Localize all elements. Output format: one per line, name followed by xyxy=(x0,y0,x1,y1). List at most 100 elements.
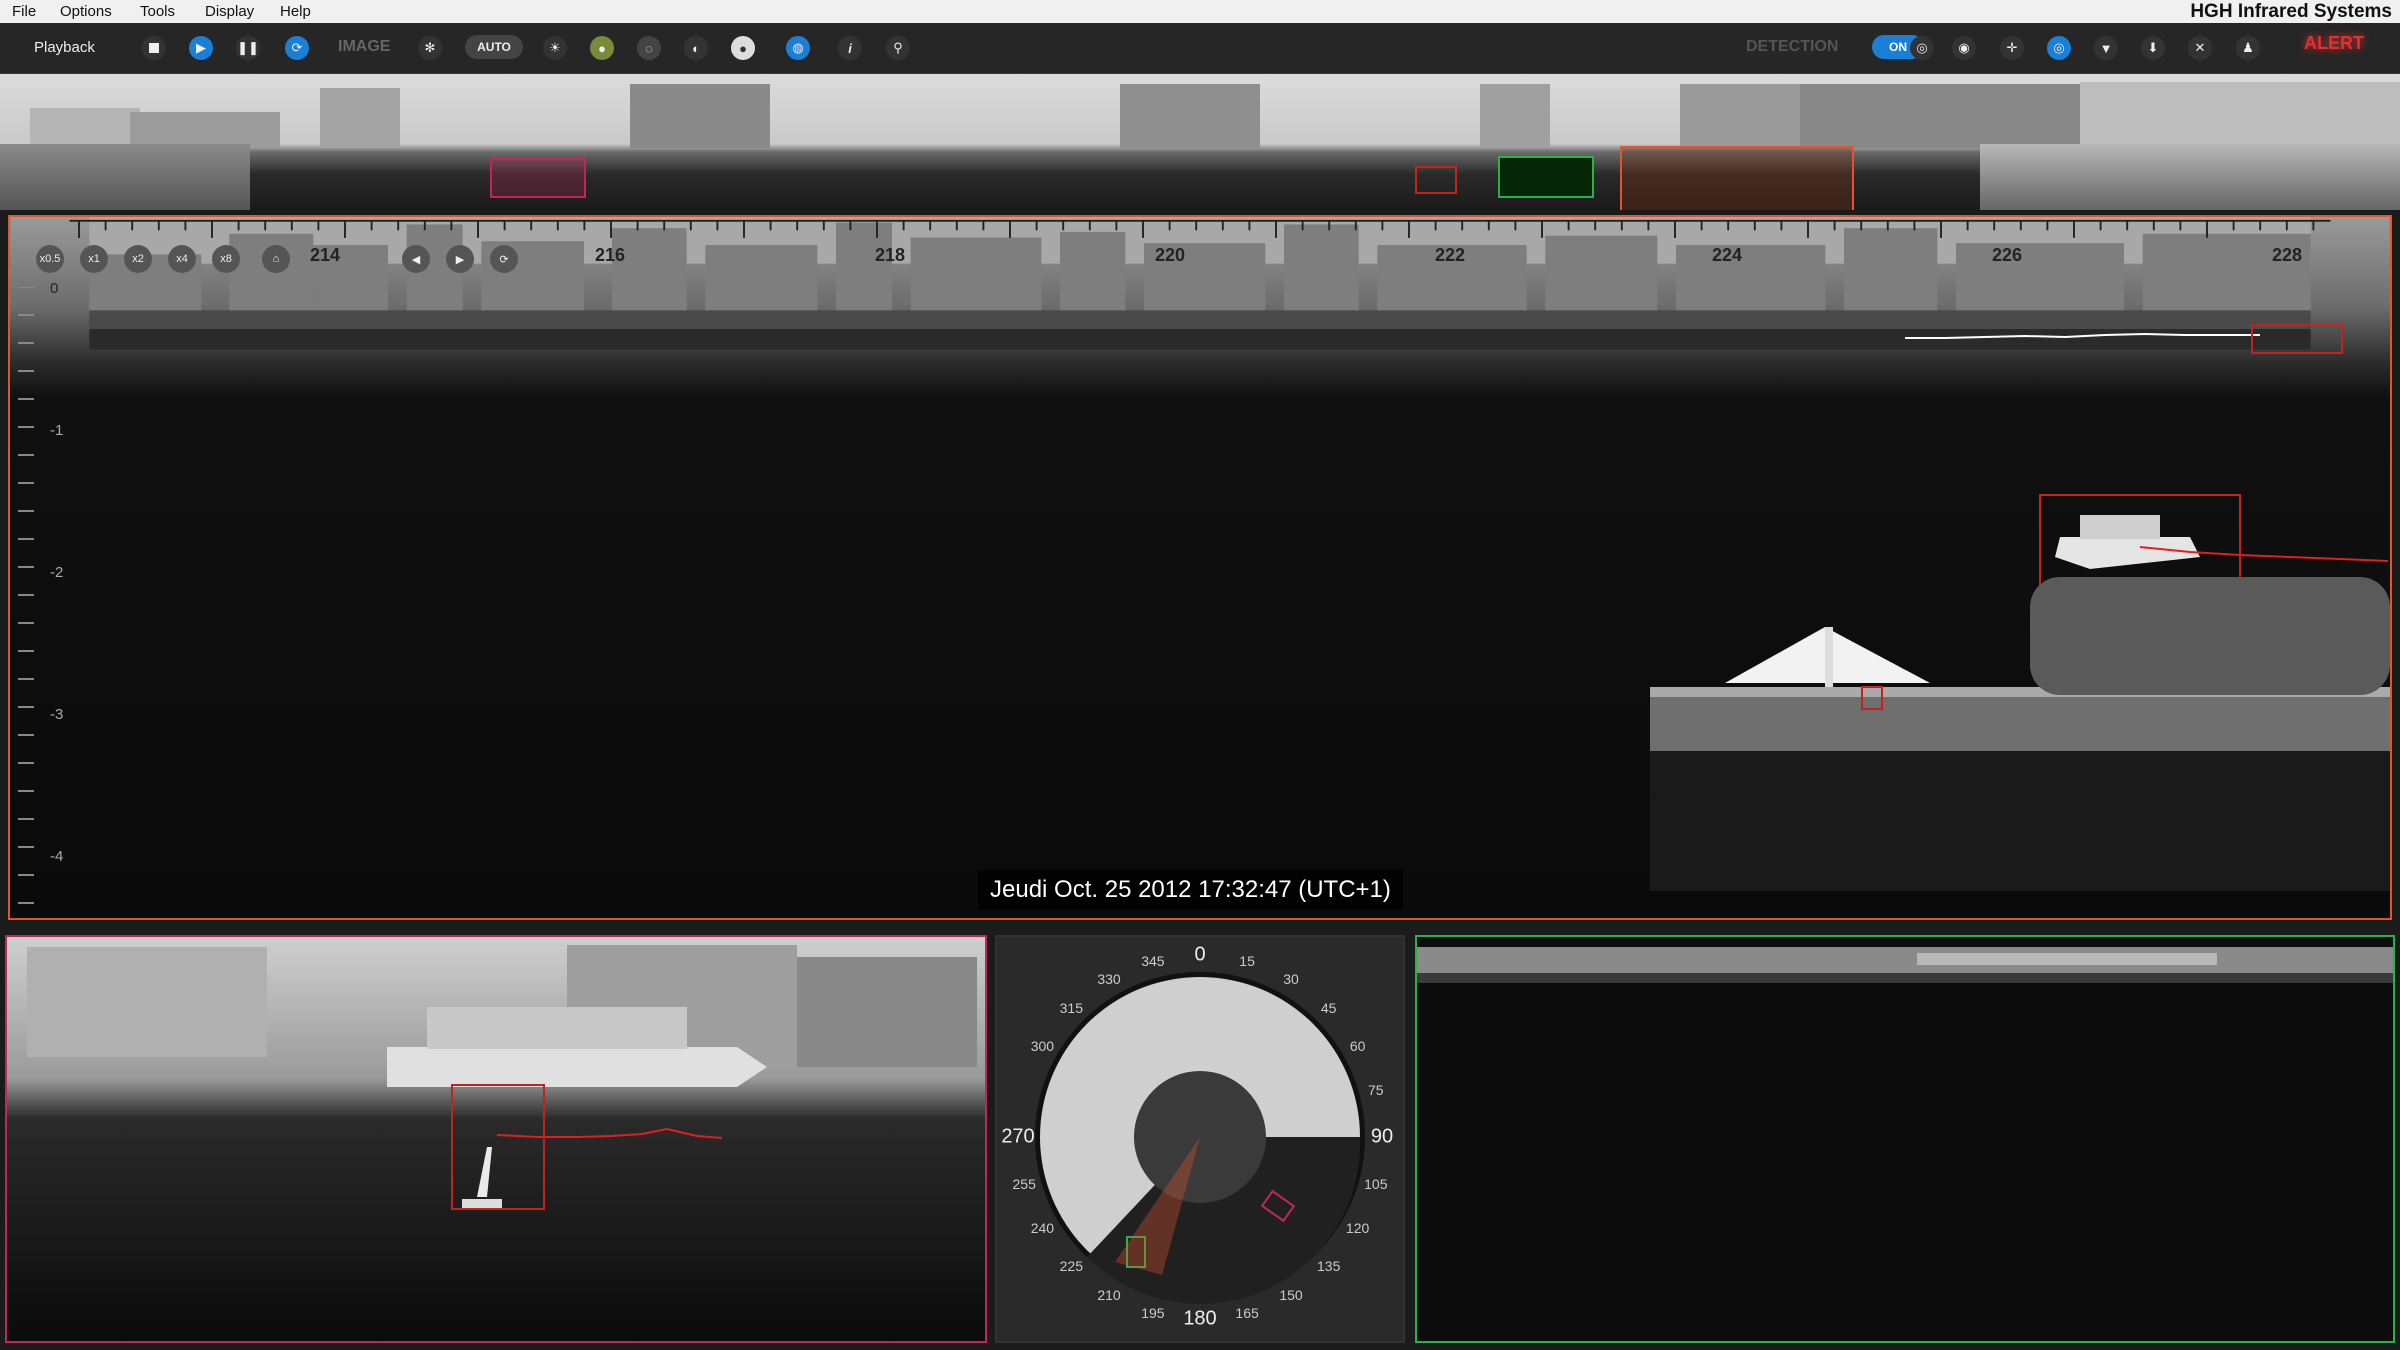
compass-label: 45 xyxy=(1320,1000,1337,1017)
compass-label: 180 xyxy=(1183,1307,1217,1330)
compass-label: 75 xyxy=(1368,1081,1384,1098)
track-button[interactable]: ◎ xyxy=(2047,36,2071,60)
auto-button[interactable]: AUTO xyxy=(465,35,523,59)
brightness-button[interactable]: ☀ xyxy=(543,36,567,60)
pin-icon: ⬇ xyxy=(2147,40,2159,55)
stop-button[interactable] xyxy=(142,36,166,60)
funnel-button[interactable]: ▼ xyxy=(2094,36,2118,60)
pano-box-red[interactable] xyxy=(1352,186,1386,206)
compass-label: 210 xyxy=(1097,1286,1121,1303)
play-button[interactable]: ▶ xyxy=(189,36,213,60)
pano-shore-right xyxy=(1980,144,2400,210)
fan-icon: ✻ xyxy=(424,40,436,55)
ferry-cabin xyxy=(2080,515,2160,539)
pano-building xyxy=(2080,82,2400,148)
globe-button[interactable]: ◍ xyxy=(786,36,810,60)
compass-label: 120 xyxy=(1345,1220,1370,1236)
compass-label: 30 xyxy=(1283,971,1299,988)
menu-file[interactable]: File xyxy=(12,3,36,20)
compass-label: 105 xyxy=(1364,1176,1388,1193)
compass-label: 270 xyxy=(1001,1125,1035,1148)
yacht xyxy=(387,1047,767,1087)
compass-label: 315 xyxy=(1059,1000,1083,1017)
target-icon: ◎ xyxy=(1916,40,1928,55)
globe-icon: ◍ xyxy=(792,40,804,55)
toolbar: Playback ▶ ❚❚ ⟳ IMAGE ✻ AUTO ☀ ● ◌ ◐ ● ◍… xyxy=(0,23,2400,74)
clear-button[interactable]: ✕ xyxy=(2188,36,2212,60)
pin-button[interactable]: ⬇ xyxy=(2141,36,2165,60)
play-icon: ▶ xyxy=(196,40,206,55)
mode-label: Playback xyxy=(34,39,95,56)
pano-box-red[interactable] xyxy=(1415,166,1457,194)
pano-box-magenta[interactable] xyxy=(490,158,586,198)
menu-tools[interactable]: Tools xyxy=(140,3,175,20)
pano-building xyxy=(1680,84,1800,148)
zone-button[interactable]: ◉ xyxy=(1952,36,1976,60)
compass-label: 60 xyxy=(1349,1038,1366,1054)
funnel-icon: ▼ xyxy=(2099,40,2113,56)
detection-label: DETECTION xyxy=(1746,38,1839,55)
pano-box-green[interactable] xyxy=(1498,156,1594,198)
menu-help[interactable]: Help xyxy=(280,3,311,20)
pano-building xyxy=(320,88,400,148)
fan-button[interactable]: ✻ xyxy=(418,36,442,60)
info-button[interactable]: i xyxy=(838,36,862,60)
zone-icon: ◉ xyxy=(1958,40,1970,55)
track-line-far xyxy=(1905,332,2260,339)
person-button[interactable]: ♟ xyxy=(2236,36,2260,60)
panorama-strip[interactable] xyxy=(0,74,2400,210)
location-button[interactable]: ⚲ xyxy=(886,36,910,60)
crosshair-button[interactable]: ✛ xyxy=(2000,36,2024,60)
compass-label: 0 xyxy=(1194,943,1206,966)
palette-button[interactable]: ● xyxy=(590,36,614,60)
pano-building xyxy=(1480,84,1550,148)
compass-label: 15 xyxy=(1239,953,1255,970)
pier-trees xyxy=(2030,577,2390,695)
far-shore-dark xyxy=(1417,973,2393,983)
pier-reflection xyxy=(1650,751,2390,891)
crosshair-icon: ✛ xyxy=(2006,40,2018,55)
compass-label: 195 xyxy=(1141,1304,1165,1321)
filter-button[interactable]: ◌ xyxy=(637,36,661,60)
stop-icon xyxy=(149,43,159,53)
zoom-right-scene xyxy=(1417,937,2393,1341)
image-label: IMAGE xyxy=(338,38,391,55)
menu-options[interactable]: Options xyxy=(60,3,112,20)
compass-label: 225 xyxy=(1059,1257,1083,1274)
pano-building xyxy=(1120,84,1260,148)
info-icon: i xyxy=(848,40,852,56)
alert-indicator[interactable]: ALERT xyxy=(2304,33,2364,54)
zoom-panel-right[interactable] xyxy=(1415,935,2395,1343)
white-hot-button[interactable]: ● xyxy=(731,36,755,60)
sync-button[interactable]: ⟳ xyxy=(285,36,309,60)
track-icon: ◎ xyxy=(2053,40,2065,55)
brand-name: HGH Infrared Systems xyxy=(2190,1,2392,22)
filter-icon: ◌ xyxy=(645,40,653,56)
zoom-left-scene xyxy=(7,937,985,1341)
person-icon: ♟ xyxy=(2242,40,2254,55)
pano-building xyxy=(130,112,280,148)
zoom-panel-left[interactable] xyxy=(5,935,987,1343)
radar-dial xyxy=(1035,972,1365,1304)
compass-label: 300 xyxy=(1030,1038,1055,1054)
main-view[interactable]: 214 216 218 220 222 224 226 228 x0.5 x1 … xyxy=(8,215,2392,920)
contrast-button[interactable]: ◐ xyxy=(684,36,708,60)
pano-box-orange[interactable] xyxy=(1620,146,1854,210)
target-button[interactable]: ◎ xyxy=(1910,36,1934,60)
pier-pole xyxy=(1825,627,1833,689)
far-shore-light xyxy=(1917,953,2217,965)
compass-label: 150 xyxy=(1279,1286,1303,1303)
contrast-icon: ◐ xyxy=(692,40,700,56)
pause-button[interactable]: ❚❚ xyxy=(236,36,260,60)
menu-display[interactable]: Display xyxy=(205,3,254,20)
dock-building xyxy=(27,947,267,1057)
compass-label: 330 xyxy=(1097,971,1121,988)
compass-label: 240 xyxy=(1030,1220,1055,1236)
yacht-deck xyxy=(427,1007,687,1049)
radar-panel[interactable]: 0 15 30 45 60 75 90 105 120 135 150 165 180 195 210 225… xyxy=(995,935,1405,1343)
brightness-icon: ☀ xyxy=(549,40,561,55)
compass-label: 135 xyxy=(1317,1257,1341,1274)
dock-building xyxy=(797,957,977,1067)
far-shore xyxy=(1417,947,2393,975)
pause-icon: ❚❚ xyxy=(237,40,259,55)
